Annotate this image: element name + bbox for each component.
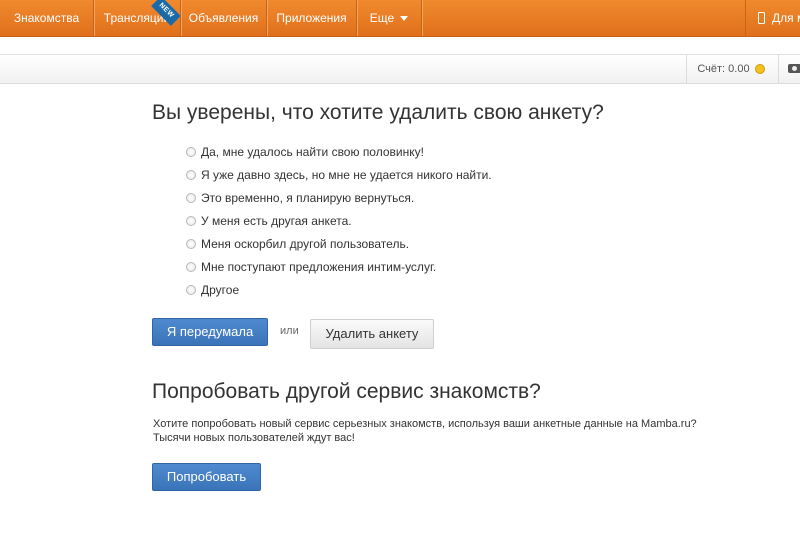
reason-option[interactable]: Меня оскорбил другой пользователь.: [186, 235, 409, 253]
coin-icon: [754, 64, 765, 75]
nav-more-menu[interactable]: Еще: [357, 0, 422, 36]
alt-service-description: Хотите попробовать новый сервис серьезны…: [153, 417, 753, 445]
camera-icon: [788, 64, 800, 73]
reason-label: У меня есть другая анкета.: [201, 214, 352, 228]
radio-button[interactable]: [186, 215, 196, 226]
radio-button[interactable]: [186, 169, 196, 180]
changed-mind-button[interactable]: Я передумала: [152, 318, 268, 346]
alt-service-title: Попробовать другой сервис знакомств?: [152, 380, 541, 403]
radio-button[interactable]: [186, 146, 196, 157]
radio-button[interactable]: [186, 238, 196, 249]
or-label: или: [280, 325, 299, 337]
reason-label: Я уже давно здесь, но мне не удается ник…: [201, 168, 492, 182]
alt-service-line-1: Хотите попробовать новый сервис серьезны…: [153, 418, 697, 430]
reason-label: Мне поступают предложения интим-услуг.: [201, 260, 437, 274]
balance-label: Счёт: 0.00: [697, 63, 750, 75]
reason-option[interactable]: Да, мне удалось найти свою половинку!: [186, 143, 424, 161]
reason-option[interactable]: У меня есть другая анкета.: [186, 212, 352, 230]
camera-button[interactable]: [778, 55, 800, 83]
reason-option[interactable]: Другое: [186, 281, 239, 299]
reason-option[interactable]: Я уже давно здесь, но мне не удается ник…: [186, 166, 492, 184]
sub-toolbar: Счёт: 0.00: [0, 54, 800, 84]
balance-widget[interactable]: Счёт: 0.00: [686, 55, 775, 83]
delete-title: Вы уверены, что хотите удалить свою анке…: [152, 101, 604, 124]
delete-profile-button[interactable]: Удалить анкету: [310, 319, 434, 349]
top-nav: Знакомства Трансляции NEW Объявления При…: [0, 0, 800, 37]
try-button[interactable]: Попробовать: [152, 463, 261, 491]
reason-option[interactable]: Мне поступают предложения интим-услуг.: [186, 258, 436, 276]
chevron-down-icon: [400, 16, 409, 22]
nav-item-znakomstva[interactable]: Знакомства: [0, 0, 94, 36]
radio-button[interactable]: [186, 261, 196, 272]
nav-item-prilozheniya[interactable]: Приложения: [267, 0, 357, 36]
nav-mobile-label: Для м: [772, 11, 800, 25]
radio-button[interactable]: [186, 192, 196, 203]
nav-mobile-link[interactable]: Для м: [745, 0, 800, 36]
nav-more-label: Еще: [369, 11, 395, 25]
reason-label: Другое: [201, 283, 240, 297]
reason-option[interactable]: Это временно, я планирую вернуться.: [186, 189, 414, 207]
nav-item-obyavleniya[interactable]: Объявления: [181, 0, 267, 36]
reason-label: Да, мне удалось найти свою половинку!: [201, 145, 424, 159]
radio-button[interactable]: [186, 284, 196, 295]
alt-service-line-2: Тысячи новых пользователей ждут вас!: [153, 432, 355, 444]
nav-item-translyatsii[interactable]: Трансляции NEW: [94, 0, 181, 36]
phone-icon: [758, 12, 765, 24]
reason-label: Меня оскорбил другой пользователь.: [201, 237, 410, 251]
reason-label: Это временно, я планирую вернуться.: [201, 191, 415, 205]
